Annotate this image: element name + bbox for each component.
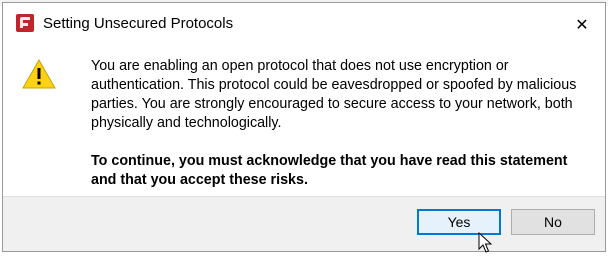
dialog-message: You are enabling an open protocol that d… [91,57,581,190]
button-bar: Yes No [3,196,605,251]
no-button[interactable]: No [511,209,595,235]
warning-icon [22,58,56,89]
warning-text: You are enabling an open protocol that d… [91,58,577,131]
dialog-content: You are enabling an open protocol that d… [3,47,605,196]
mouse-pointer-icon [478,231,494,254]
app-logo-icon [16,14,34,32]
unsecured-protocols-dialog: Setting Unsecured Protocols ✕ You are en… [2,2,606,252]
acknowledgement-text: To continue, you must acknowledge that y… [91,153,568,188]
close-button[interactable]: ✕ [559,3,605,47]
dialog-title: Setting Unsecured Protocols [43,15,234,32]
close-icon: ✕ [575,17,589,34]
title-bar: Setting Unsecured Protocols ✕ [3,3,605,47]
